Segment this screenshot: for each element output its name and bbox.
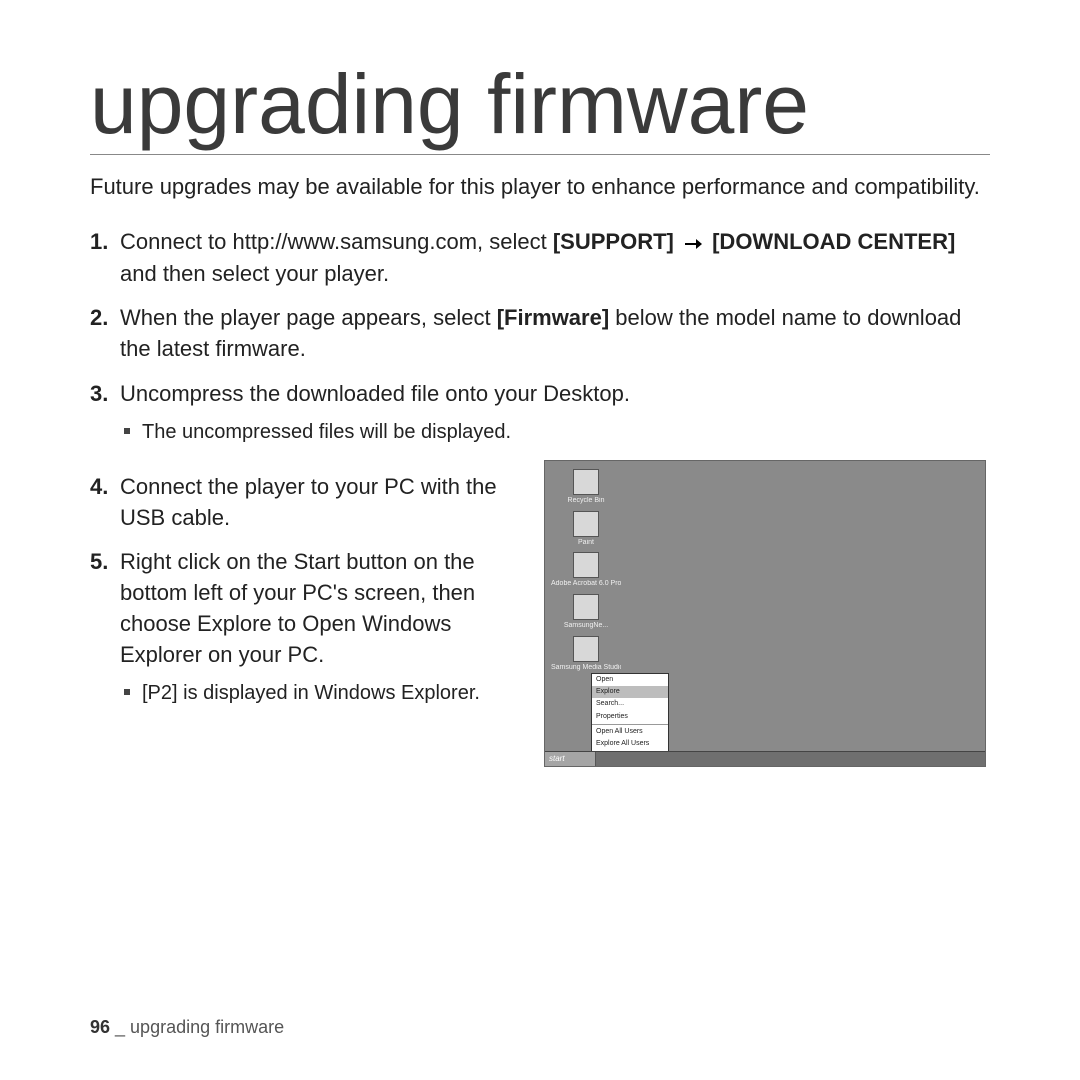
menu-explore-all[interactable]: Explore All Users bbox=[592, 738, 668, 750]
menu-explore[interactable]: Explore bbox=[592, 686, 668, 698]
page-title: upgrading firmware bbox=[90, 60, 990, 155]
step-1-text-post: and then select your player. bbox=[120, 261, 389, 286]
footer-label: upgrading firmware bbox=[130, 1017, 284, 1037]
context-menu: Open Explore Search... Properties Open A… bbox=[591, 673, 669, 752]
manual-page: upgrading firmware Future upgrades may b… bbox=[0, 0, 1080, 1080]
right-column: Recycle Bin Paint Adobe Acrobat 6.0 Prof… bbox=[544, 460, 986, 767]
step-list: Connect to http://www.samsung.com, selec… bbox=[90, 227, 990, 446]
arrow-icon bbox=[684, 228, 702, 259]
step-5-text: Right click on the Start button on the b… bbox=[120, 549, 475, 666]
step-1: Connect to http://www.samsung.com, selec… bbox=[120, 227, 990, 289]
footer-sep: _ bbox=[110, 1017, 130, 1037]
left-column: Connect the player to your PC with the U… bbox=[90, 460, 520, 721]
step-1-text-pre: Connect to http://www.samsung.com, selec… bbox=[120, 229, 553, 254]
intro-paragraph: Future upgrades may be available for thi… bbox=[90, 171, 990, 203]
step-2-text-pre: When the player page appears, select bbox=[120, 305, 497, 330]
taskbar: start bbox=[545, 751, 985, 766]
desktop-icons: Recycle Bin Paint Adobe Acrobat 6.0 Prof… bbox=[551, 469, 631, 677]
step-4: Connect the player to your PC with the U… bbox=[120, 472, 520, 534]
menu-open[interactable]: Open bbox=[592, 674, 668, 686]
menu-properties[interactable]: Properties bbox=[592, 711, 668, 723]
icon-media-studio: Samsung Media Studio bbox=[551, 636, 621, 672]
step-3-text: Uncompress the downloaded file onto your… bbox=[120, 381, 630, 406]
step-5: Right click on the Start button on the b… bbox=[120, 547, 520, 706]
icon-samsungne: SamsungNe... bbox=[551, 594, 621, 630]
icon-paint: Paint bbox=[551, 511, 621, 547]
menu-open-all[interactable]: Open All Users bbox=[592, 726, 668, 738]
start-button[interactable]: start bbox=[545, 752, 596, 766]
menu-search[interactable]: Search... bbox=[592, 698, 668, 710]
page-number: 96 bbox=[90, 1017, 110, 1037]
step-1-support: [SUPPORT] bbox=[553, 229, 674, 254]
step-3-sub: The uncompressed files will be displayed… bbox=[142, 418, 990, 446]
icon-acrobat: Adobe Acrobat 6.0 Professi... bbox=[551, 552, 621, 588]
step-2-firmware: [Firmware] bbox=[497, 305, 609, 330]
two-column-row: Connect the player to your PC with the U… bbox=[90, 460, 990, 767]
desktop-screenshot: Recycle Bin Paint Adobe Acrobat 6.0 Prof… bbox=[544, 460, 986, 767]
icon-recycle-bin: Recycle Bin bbox=[551, 469, 621, 505]
step-5-sub: [P2] is displayed in Windows Explorer. bbox=[142, 679, 520, 707]
step-4-text: Connect the player to your PC with the U… bbox=[120, 474, 497, 530]
menu-separator bbox=[592, 724, 668, 725]
step-list-cont: Connect the player to your PC with the U… bbox=[90, 472, 520, 707]
page-footer: 96 _ upgrading firmware bbox=[90, 1017, 284, 1038]
step-1-download-center: [DOWNLOAD CENTER] bbox=[712, 229, 955, 254]
step-2: When the player page appears, select [Fi… bbox=[120, 303, 990, 365]
step-3: Uncompress the downloaded file onto your… bbox=[120, 379, 990, 446]
